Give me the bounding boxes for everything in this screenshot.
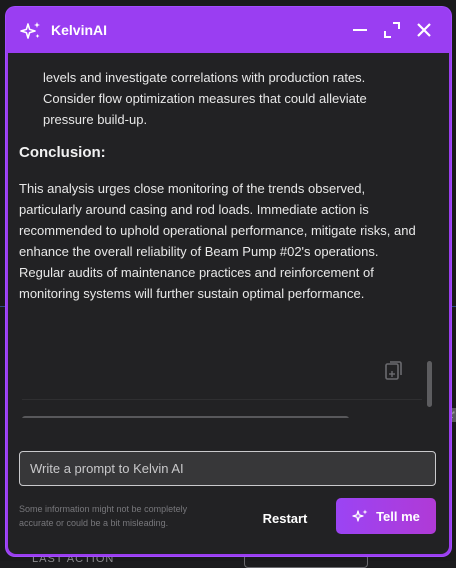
chat-response-area[interactable]: levels and investigate correlations with…	[8, 53, 449, 418]
sparkle-icon	[20, 21, 42, 41]
tell-me-label: Tell me	[376, 509, 420, 524]
copy-icon[interactable]	[384, 360, 404, 382]
background-field[interactable]	[244, 554, 368, 568]
restart-button[interactable]: Restart	[252, 506, 318, 530]
tell-me-button[interactable]: Tell me	[336, 498, 436, 534]
conclusion-heading: Conclusion:	[19, 144, 106, 161]
kelvin-ai-dialog: KelvinAI levels and investigate correlat…	[6, 7, 451, 556]
minimize-icon[interactable]	[350, 20, 370, 40]
prompt-input[interactable]	[19, 451, 436, 486]
chat-divider	[22, 399, 422, 400]
dialog-title: KelvinAI	[51, 22, 107, 38]
conclusion-paragraph: This analysis urges close monitoring of …	[19, 178, 424, 304]
dialog-titlebar: KelvinAI	[6, 7, 451, 53]
horizontal-scrollbar[interactable]	[22, 416, 349, 418]
maximize-icon[interactable]	[382, 20, 402, 40]
disclaimer-text: Some information might not be completely…	[19, 502, 219, 530]
sparkle-icon	[352, 509, 368, 523]
response-paragraph: levels and investigate correlations with…	[43, 67, 418, 130]
vertical-scrollbar[interactable]	[427, 361, 432, 407]
close-icon[interactable]	[414, 20, 434, 40]
dialog-body: levels and investigate correlations with…	[8, 53, 449, 554]
